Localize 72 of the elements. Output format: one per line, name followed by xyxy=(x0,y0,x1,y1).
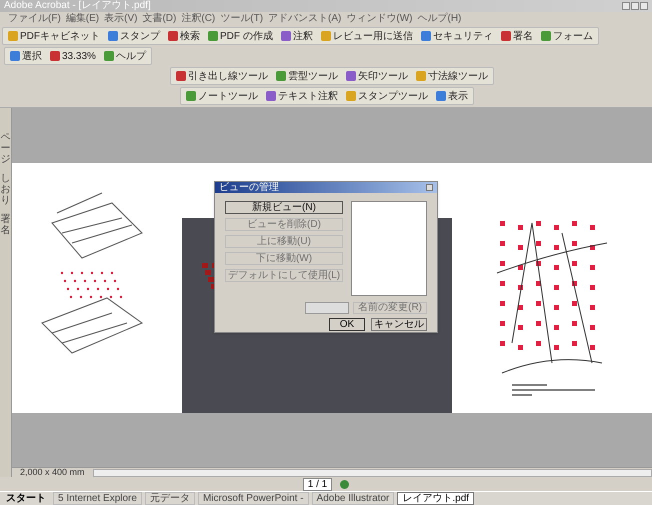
close-icon[interactable] xyxy=(640,2,648,10)
toolbar-button[interactable]: 検索 xyxy=(165,28,203,44)
square-icon xyxy=(420,31,431,41)
square-icon xyxy=(436,91,446,101)
toolbar-button[interactable]: ヘルプ xyxy=(100,48,149,64)
square-icon xyxy=(540,31,551,41)
toolbar-button[interactable]: 注釈 xyxy=(278,28,316,44)
square-icon xyxy=(208,31,218,41)
toolbar-button[interactable]: 矢印ツール xyxy=(343,68,411,84)
taskbar-button[interactable]: 元データ xyxy=(144,492,195,505)
view-list[interactable] xyxy=(351,201,427,296)
toolbar-button[interactable]: PDF の作成 xyxy=(205,28,276,44)
toolbar-button[interactable]: テキスト注釈 xyxy=(263,88,341,104)
toolbar-button[interactable]: 選択 xyxy=(7,48,45,64)
square-icon xyxy=(320,31,331,41)
toolbar-button[interactable]: 雲型ツール xyxy=(273,68,341,84)
toolbar-button[interactable]: 署名 xyxy=(498,28,536,44)
cancel-button[interactable]: キャンセル xyxy=(371,318,427,331)
square-icon xyxy=(416,71,426,81)
minimize-icon[interactable] xyxy=(622,2,630,10)
menu-item[interactable]: ヘルプ(H) xyxy=(417,12,462,24)
sidebar-tab[interactable]: ページ xyxy=(0,132,10,165)
menu-item[interactable]: 文書(D) xyxy=(142,12,176,24)
menu-item[interactable]: 注釈(C) xyxy=(181,12,216,24)
page-indicator[interactable]: 1 / 1 xyxy=(302,478,332,490)
square-icon xyxy=(50,51,60,61)
square-icon xyxy=(108,31,118,41)
square-icon xyxy=(168,31,178,41)
square-icon xyxy=(346,91,356,101)
start-button[interactable]: スタート xyxy=(2,493,50,504)
toolbar-button[interactable]: スタンプ xyxy=(105,28,163,44)
toolbar-button[interactable]: セキュリティ xyxy=(418,28,496,44)
dialog-title: ビューの管理 xyxy=(219,182,279,193)
name-field[interactable] xyxy=(305,302,350,314)
square-icon xyxy=(176,71,186,81)
square-icon xyxy=(346,71,356,81)
taskbar-button[interactable]: レイアウト.pdf xyxy=(397,492,474,505)
ok-button[interactable]: OK xyxy=(329,318,365,331)
maximize-icon[interactable] xyxy=(631,2,639,10)
taskbar-button[interactable]: Adobe Illustrator xyxy=(312,492,394,505)
square-icon xyxy=(10,51,20,61)
sidebar-tab[interactable]: しおり xyxy=(0,173,10,206)
page-size-label: 2,000 x 400 mm xyxy=(19,468,86,477)
horizontal-scrollbar[interactable] xyxy=(92,468,652,476)
toolbar-button[interactable]: フォーム xyxy=(538,28,596,44)
toolbar-button[interactable]: 寸法線ツール xyxy=(413,68,491,84)
toolbar-button[interactable]: 33.33% xyxy=(47,48,99,64)
menu-item[interactable]: ツール(T) xyxy=(220,12,264,24)
square-icon xyxy=(280,31,291,41)
toolbar-button[interactable]: レビュー用に送信 xyxy=(318,28,416,44)
menu-item[interactable]: ファイル(F) xyxy=(8,12,61,24)
toolbar-button[interactable]: PDFキャビネット xyxy=(5,28,103,44)
sidebar-tab[interactable]: 署名 xyxy=(0,214,10,236)
menu-item[interactable]: 表示(V) xyxy=(104,12,138,24)
toolbar-button[interactable]: 引き出し線ツール xyxy=(173,68,271,84)
dialog-button[interactable]: 新規ビュー(N) xyxy=(225,201,343,214)
menu-item[interactable]: アドバンスト(A) xyxy=(268,12,342,24)
square-icon xyxy=(8,31,18,41)
toolbar-button[interactable]: スタンプツール xyxy=(343,88,431,104)
menu-item[interactable]: 編集(E) xyxy=(66,12,100,24)
window-title: Adobe Acrobat - [レイアウト.pdf] xyxy=(4,0,151,12)
square-icon xyxy=(266,91,276,101)
toolbar-button[interactable]: 表示 xyxy=(433,88,471,104)
taskbar-button[interactable]: 5 Internet Explore xyxy=(53,492,142,505)
menu-item[interactable]: ウィンドウ(W) xyxy=(346,12,412,24)
taskbar-button[interactable]: Microsoft PowerPoint - xyxy=(198,492,309,505)
square-icon xyxy=(500,31,511,41)
square-icon xyxy=(104,51,114,61)
close-icon[interactable] xyxy=(426,184,433,191)
square-icon xyxy=(186,91,196,101)
toolbar-button[interactable]: ノートツール xyxy=(183,88,261,104)
square-icon xyxy=(276,71,286,81)
